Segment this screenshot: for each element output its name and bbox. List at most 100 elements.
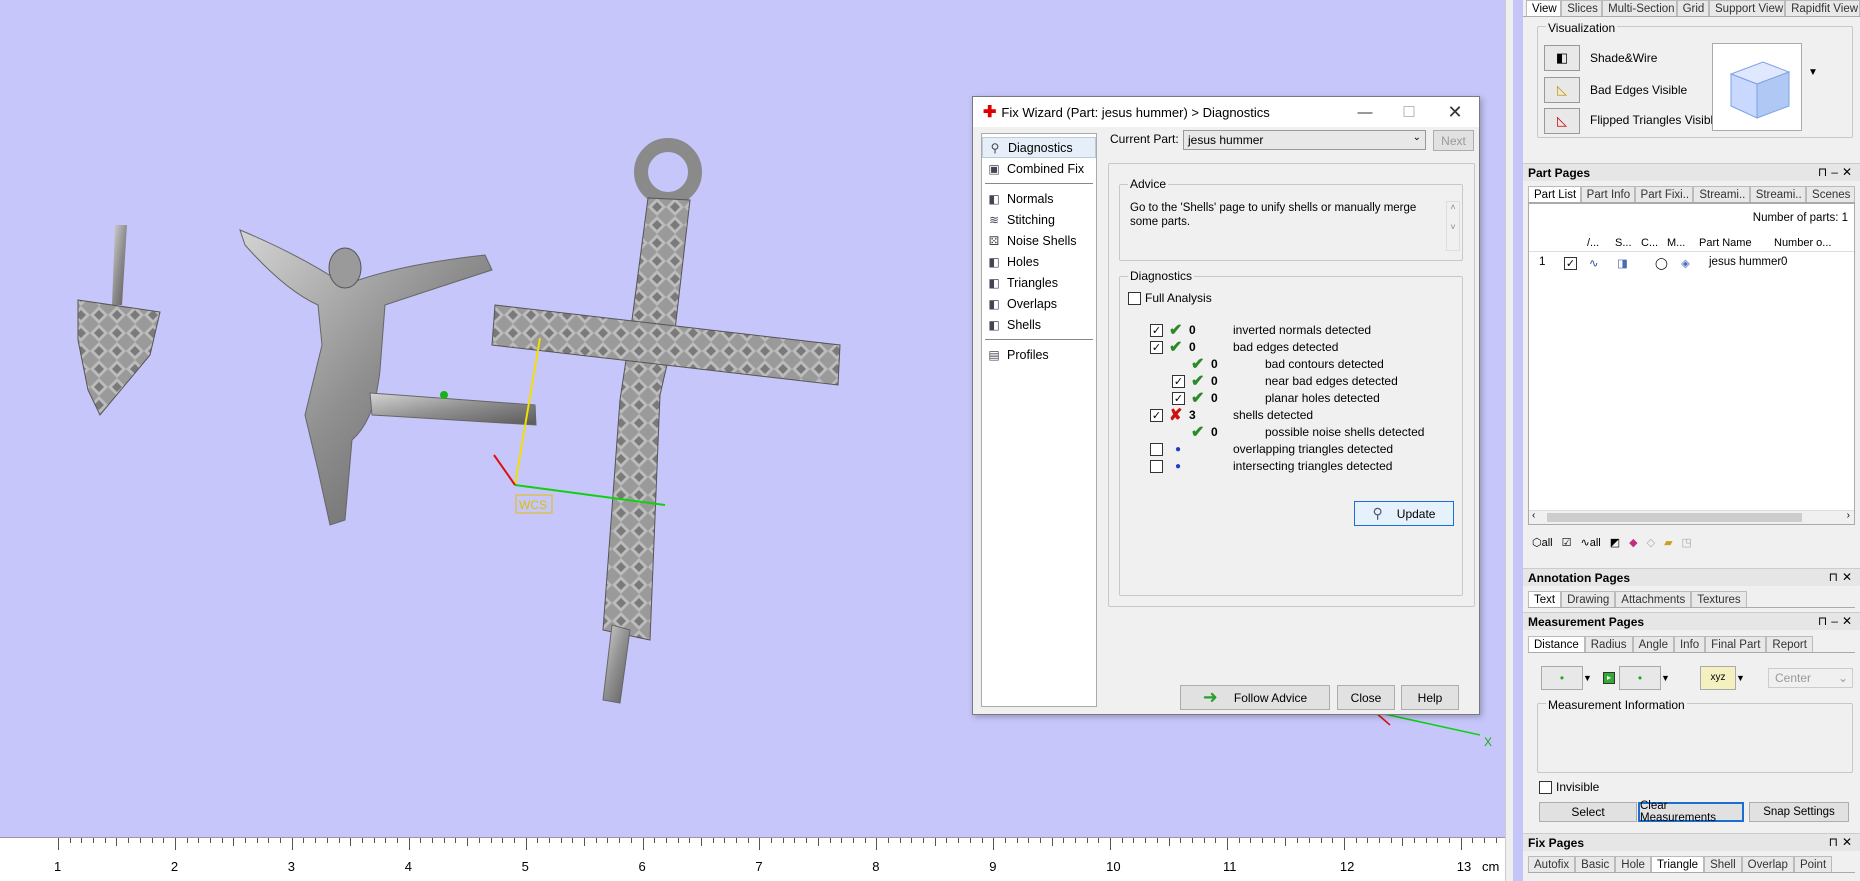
panel-controls-icon[interactable]: ⊓✕: [1829, 835, 1856, 849]
help-button[interactable]: Help: [1401, 685, 1459, 710]
clear-measurements-button[interactable]: Clear Measurements: [1638, 800, 1744, 824]
tab-rapidfit-view[interactable]: Rapidfit View: [1785, 0, 1860, 16]
tab-overlap[interactable]: Overlap: [1741, 856, 1794, 872]
shade-all-icon[interactable]: ◩: [1610, 536, 1620, 549]
tab-streami-[interactable]: Streami..: [1749, 186, 1807, 202]
nav-item-holes[interactable]: ◧ Holes: [982, 251, 1096, 272]
diagnostic-count: 0: [1211, 425, 1218, 439]
close-window-button[interactable]: ✕: [1433, 97, 1477, 127]
tab-support-view[interactable]: Support View: [1709, 0, 1786, 16]
tab-streami-[interactable]: Streami..: [1693, 186, 1750, 202]
column-header[interactable]: M...: [1667, 237, 1685, 249]
tab-textures[interactable]: Textures: [1691, 591, 1747, 607]
tab-shell[interactable]: Shell: [1704, 856, 1742, 872]
nav-item-shells[interactable]: ◧ Shells: [982, 314, 1096, 335]
column-header[interactable]: /...: [1587, 237, 1599, 249]
nav-item-combined-fix[interactable]: ▣ Combined Fix: [982, 158, 1096, 179]
follow-advice-button[interactable]: ➜ Follow Advice: [1180, 685, 1330, 710]
maximize-button[interactable]: ☐: [1387, 97, 1431, 127]
tab-part-fixi-[interactable]: Part Fixi..: [1634, 186, 1694, 202]
toggle-visible-icon[interactable]: ☑: [1562, 536, 1572, 549]
select-all-icon[interactable]: ⬡all: [1532, 536, 1553, 549]
tab-slices[interactable]: Slices: [1561, 0, 1603, 16]
table-row[interactable]: 1 ✓ ∿ ◨ ◯ ◈ jesus hummer 0: [1529, 256, 1854, 274]
close-button[interactable]: Close: [1337, 685, 1395, 710]
diagnostic-checkbox[interactable]: [1150, 459, 1163, 473]
panel-controls-icon[interactable]: ⊓✕: [1829, 570, 1856, 584]
column-header[interactable]: S...: [1615, 237, 1632, 249]
panel-controls-icon[interactable]: ⊓–✕: [1818, 165, 1856, 179]
nav-item-triangles[interactable]: ◧ Triangles: [982, 272, 1096, 293]
tab-info[interactable]: Info: [1673, 636, 1706, 652]
tab-point[interactable]: Point: [1793, 856, 1833, 872]
point-type-select-1[interactable]: •: [1541, 666, 1583, 690]
cross-piece: [491, 138, 841, 704]
ruler-minor-tick: [1484, 838, 1486, 843]
bad-edges-icon[interactable]: ◺: [1544, 77, 1580, 103]
tab-triangle[interactable]: Triangle: [1650, 856, 1705, 872]
tab-scenes[interactable]: Scenes: [1806, 186, 1855, 202]
tab-part-info[interactable]: Part Info: [1580, 186, 1635, 202]
tab-report[interactable]: Report: [1766, 636, 1813, 652]
wire-all-icon[interactable]: ∿all: [1581, 536, 1601, 549]
point-type-select-2[interactable]: •: [1619, 666, 1661, 690]
export-icon[interactable]: ◳: [1682, 536, 1692, 549]
ruler-label: 9: [989, 859, 997, 874]
tab-grid[interactable]: Grid: [1676, 0, 1709, 16]
splitter-handle[interactable]: [1505, 0, 1513, 881]
select-button[interactable]: Select: [1539, 802, 1637, 822]
advice-scrollbar[interactable]: ˄ ˅: [1446, 201, 1460, 251]
color-parts-icon[interactable]: ◆: [1629, 536, 1637, 549]
tab-basic[interactable]: Basic: [1575, 856, 1616, 872]
tab-hole[interactable]: Hole: [1615, 856, 1651, 872]
tab-angle[interactable]: Angle: [1632, 636, 1674, 652]
invisible-checkbox[interactable]: Invisible: [1539, 780, 1599, 794]
tab-attachments[interactable]: Attachments: [1615, 591, 1692, 607]
chevron-down-icon[interactable]: ▼: [1736, 666, 1750, 690]
nav-item-diagnostics[interactable]: ⚲ Diagnostics: [982, 137, 1096, 158]
tab-final-part[interactable]: Final Part: [1705, 636, 1767, 652]
diagnostic-checkbox[interactable]: ✓: [1172, 391, 1185, 405]
nav-item-stitching[interactable]: ≋ Stitching: [982, 209, 1096, 230]
plate-icon[interactable]: ▰: [1664, 536, 1672, 549]
tab-text[interactable]: Text: [1528, 591, 1562, 607]
update-button[interactable]: ⚲ Update: [1354, 501, 1454, 526]
panel-controls-icon[interactable]: ⊓–✕: [1818, 614, 1856, 628]
xyz-icon[interactable]: xyz: [1700, 666, 1736, 690]
view-cube[interactable]: [1712, 43, 1802, 131]
nav-item-noise-shells[interactable]: ⚄ Noise Shells: [982, 230, 1096, 251]
link-icon[interactable]: ▸: [1603, 672, 1615, 684]
tab-drawing[interactable]: Drawing: [1561, 591, 1616, 607]
shade-wire-icon[interactable]: ◧: [1544, 45, 1580, 71]
diagnostic-checkbox[interactable]: ✓: [1150, 408, 1163, 422]
diagnostic-checkbox[interactable]: [1150, 442, 1163, 456]
tab-distance[interactable]: Distance: [1528, 636, 1585, 652]
horizontal-scrollbar[interactable]: ‹ ›: [1529, 510, 1854, 524]
tab-radius[interactable]: Radius: [1584, 636, 1633, 652]
layer-icon[interactable]: ◇: [1647, 536, 1655, 549]
view-cube-dropdown-icon[interactable]: ▼: [1808, 67, 1818, 78]
chevron-down-icon[interactable]: ▼: [1583, 666, 1597, 690]
tab-view[interactable]: View: [1526, 0, 1562, 16]
nav-item-profiles[interactable]: ▤ Profiles: [982, 344, 1096, 365]
nav-item-normals[interactable]: ◧ Normals: [982, 188, 1096, 209]
diagnostic-checkbox[interactable]: ✓: [1150, 340, 1163, 354]
flipped-triangles-icon[interactable]: ◺: [1544, 108, 1580, 134]
minimize-button[interactable]: —: [1343, 97, 1387, 127]
column-header[interactable]: Number o...: [1774, 237, 1831, 249]
snap-settings-button[interactable]: Snap Settings: [1749, 802, 1849, 822]
chevron-down-icon[interactable]: ▼: [1661, 666, 1675, 690]
next-button[interactable]: Next: [1433, 130, 1474, 151]
center-select[interactable]: Center ⌄: [1768, 668, 1853, 688]
tab-multi-section[interactable]: Multi-Section: [1602, 0, 1677, 16]
column-header[interactable]: Part Name: [1699, 237, 1752, 249]
nav-item-overlaps[interactable]: ◧ Overlaps: [982, 293, 1096, 314]
diagnostic-checkbox[interactable]: ✓: [1150, 323, 1163, 337]
column-header[interactable]: C...: [1641, 237, 1658, 249]
full-analysis-checkbox[interactable]: Full Analysis: [1128, 291, 1212, 305]
current-part-select[interactable]: jesus hummer ⌄: [1183, 130, 1426, 150]
diagnostic-checkbox[interactable]: ✓: [1172, 374, 1185, 388]
tab-autofix[interactable]: Autofix: [1528, 856, 1576, 872]
row-visible-checkbox[interactable]: ✓: [1564, 257, 1577, 270]
tab-part-list[interactable]: Part List: [1528, 186, 1581, 202]
